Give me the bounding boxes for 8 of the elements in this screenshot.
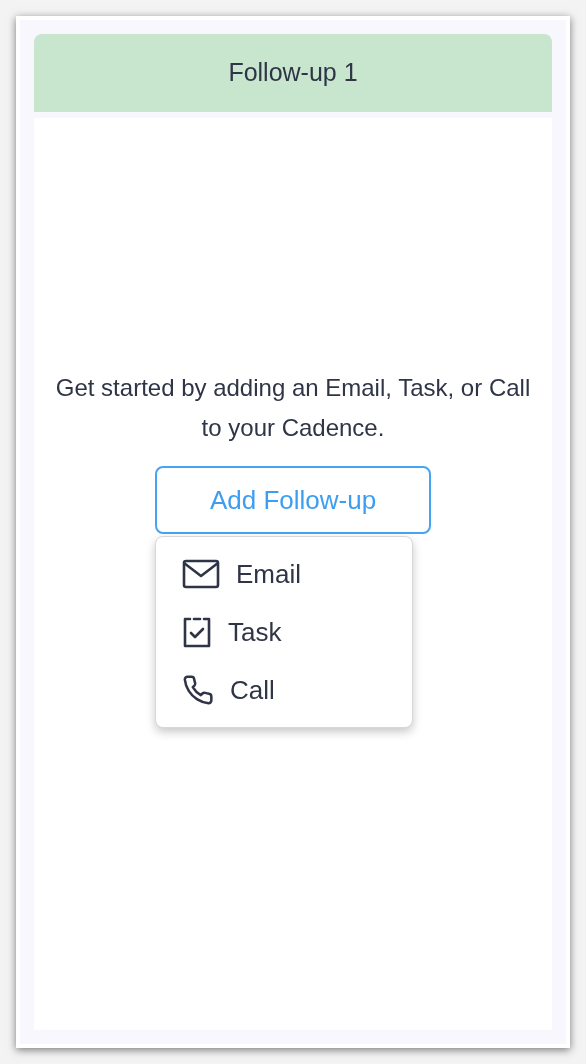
- empty-state-message: Get started by adding an Email, Task, or Call to your Cadence.: [54, 373, 532, 443]
- menu-item[interactable]: Call: [156, 667, 412, 713]
- menu-item[interactable]: Task: [156, 609, 412, 655]
- envelope-icon: [182, 559, 220, 589]
- menu-item[interactable]: Email: [156, 551, 412, 597]
- phone-icon: [182, 674, 214, 706]
- card-title: Follow-up 1: [228, 57, 358, 89]
- clipboard-check-icon: [182, 616, 212, 648]
